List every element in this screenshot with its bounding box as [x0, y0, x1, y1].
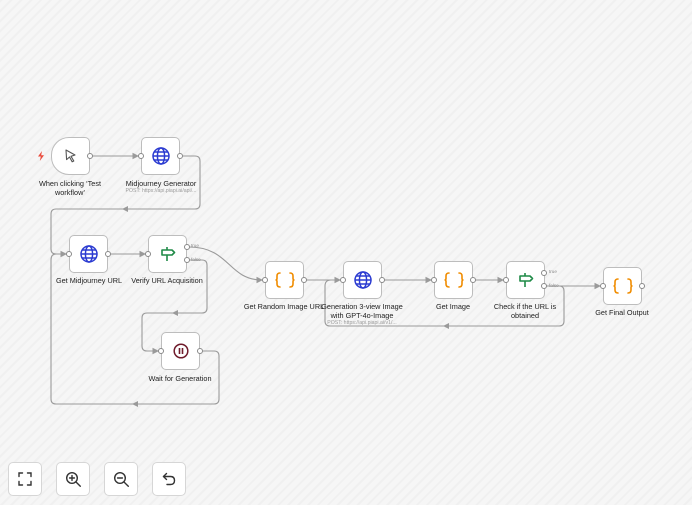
zoom-in-icon — [65, 471, 81, 487]
port-wait-in[interactable] — [158, 348, 164, 354]
signpost-icon — [160, 247, 175, 261]
connection-arrow — [443, 323, 449, 329]
workflow-canvas[interactable]: When clicking ‘Test workflow’ Midjourney… — [0, 0, 692, 505]
node-wait-generation[interactable] — [161, 332, 200, 370]
node-get-final-output[interactable] — [603, 267, 642, 305]
undo-button[interactable] — [152, 462, 186, 496]
node-get-random-image-url[interactable] — [265, 261, 304, 299]
port-random-in[interactable] — [262, 277, 268, 283]
zoom-out-icon — [113, 471, 129, 487]
port-get-image-in[interactable] — [431, 277, 437, 283]
trigger-bolt-icon — [38, 151, 44, 161]
node-get-image[interactable] — [434, 261, 473, 299]
undo-icon — [162, 472, 176, 486]
code-braces-icon — [274, 272, 295, 288]
port-check-in[interactable] — [503, 277, 509, 283]
node-trigger[interactable] — [51, 137, 90, 175]
port-final-in[interactable] — [600, 283, 606, 289]
port-check-false[interactable] — [541, 283, 547, 289]
globe-icon — [151, 147, 170, 165]
port-trigger-out[interactable] — [87, 153, 93, 159]
globe-icon — [353, 271, 372, 289]
node-get-midjourney-url[interactable] — [69, 235, 108, 273]
port-get-image-out[interactable] — [470, 277, 476, 283]
pause-circle-icon — [172, 343, 189, 359]
port-get-url-in[interactable] — [66, 251, 72, 257]
fit-view-icon — [18, 472, 32, 486]
code-braces-icon — [443, 272, 464, 288]
port-random-out[interactable] — [301, 277, 307, 283]
node-midjourney-generator[interactable] — [141, 137, 180, 175]
node-midjourney-generator-label: Midjourney Generator — [125, 179, 197, 188]
node-wait-generation-label: Wait for Generation — [148, 374, 212, 383]
branch-false-label: false — [191, 257, 201, 262]
port-midjourney-out[interactable] — [177, 153, 183, 159]
cursor-pointer-icon — [64, 149, 76, 163]
globe-icon — [79, 245, 98, 263]
node-get-midjourney-url-label: Get Midjourney URL — [55, 276, 123, 285]
port-verify-false[interactable] — [184, 257, 190, 263]
branch-true-label: true — [191, 243, 199, 248]
branch-false-label: false — [549, 283, 559, 288]
node-generation-3view-subtitle: POST: https://api.piapi.ai/v1/... — [327, 320, 397, 326]
connection-arrow — [122, 206, 128, 212]
port-get-url-out[interactable] — [105, 251, 111, 257]
fit-view-button[interactable] — [8, 462, 42, 496]
node-verify-url[interactable] — [148, 235, 187, 273]
port-verify-true[interactable] — [184, 244, 190, 250]
node-check-url[interactable] — [506, 261, 545, 299]
zoom-in-button[interactable] — [56, 462, 90, 496]
code-braces-icon — [612, 278, 633, 294]
port-wait-out[interactable] — [197, 348, 203, 354]
zoom-out-button[interactable] — [104, 462, 138, 496]
node-trigger-label: When clicking ‘Test workflow’ — [38, 179, 102, 197]
node-get-random-image-url-label: Get Random Image URL — [243, 302, 325, 311]
signpost-icon — [518, 273, 533, 287]
node-check-url-label: Check if the URL is obtained — [493, 302, 557, 320]
node-generation-3view[interactable] — [343, 261, 382, 299]
port-generation-in[interactable] — [340, 277, 346, 283]
port-check-true[interactable] — [541, 270, 547, 276]
node-generation-3view-label: Generation 3-view Image with GPT-4o-Imag… — [321, 302, 403, 320]
branch-true-label: true — [549, 269, 557, 274]
node-verify-url-label: Verify URL Acquisition — [131, 276, 203, 285]
connection-arrow — [132, 401, 138, 407]
node-get-final-output-label: Get Final Output — [595, 308, 649, 317]
port-final-out[interactable] — [639, 283, 645, 289]
connection-arrow — [172, 310, 178, 316]
node-midjourney-generator-subtitle: POST: https://api.piapi.ai/api/... — [125, 188, 197, 194]
port-verify-in[interactable] — [145, 251, 151, 257]
port-generation-out[interactable] — [379, 277, 385, 283]
port-midjourney-in[interactable] — [138, 153, 144, 159]
